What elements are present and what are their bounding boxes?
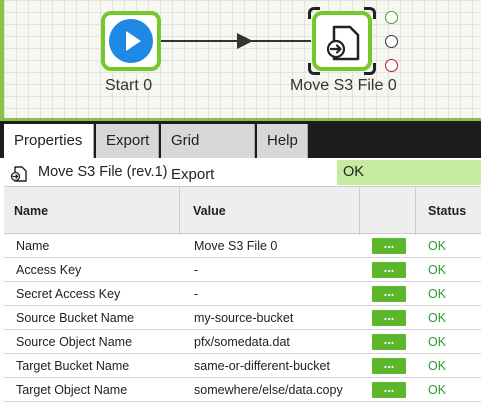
- edit-property-button[interactable]: ...: [372, 238, 406, 254]
- property-name: Target Bucket Name: [16, 359, 130, 373]
- property-value[interactable]: same-or-different-bucket: [194, 354, 360, 378]
- column-header-editor: [360, 187, 416, 235]
- move-file-icon: [326, 25, 360, 61]
- property-status: OK: [428, 287, 447, 301]
- tab-export[interactable]: Export: [96, 124, 159, 158]
- component-status-badge: OK: [337, 160, 481, 185]
- properties-tabbar: Properties Export Grid Export Help: [0, 118, 481, 183]
- property-value[interactable]: Move S3 File 0: [194, 234, 360, 258]
- table-row[interactable]: Target Bucket Name same-or-different-buc…: [4, 354, 481, 378]
- start-node-label: Start 0: [105, 77, 153, 94]
- tab-help[interactable]: Help: [257, 124, 308, 158]
- component-title: Move S3 File (rev.1): [38, 164, 168, 180]
- table-header: Name Value Status: [4, 186, 481, 235]
- edit-property-button[interactable]: ...: [372, 262, 406, 278]
- failure-port[interactable]: [385, 59, 398, 72]
- unconditional-port[interactable]: [385, 35, 398, 48]
- property-name: Name: [16, 239, 50, 253]
- table-row[interactable]: Source Object Name pfx/somedata.dat ... …: [4, 330, 481, 354]
- edit-property-button[interactable]: ...: [372, 382, 406, 398]
- success-port[interactable]: [385, 11, 398, 24]
- property-value[interactable]: -: [194, 282, 360, 306]
- table-row[interactable]: Target Object Name somewhere/else/data.c…: [4, 378, 481, 402]
- property-value[interactable]: -: [194, 258, 360, 282]
- tab-properties[interactable]: Properties: [4, 124, 94, 158]
- connector-line[interactable]: [161, 40, 311, 42]
- edit-property-button[interactable]: ...: [372, 310, 406, 326]
- play-icon: [109, 19, 153, 63]
- table-row[interactable]: Secret Access Key - ... OK: [4, 282, 481, 306]
- table-row[interactable]: Source Bucket Name my-source-bucket ... …: [4, 306, 481, 330]
- property-value[interactable]: pfx/somedata.dat: [194, 330, 360, 354]
- job-canvas[interactable]: Start 0 Move S3 File 0: [0, 0, 481, 118]
- property-name: Target Object Name: [16, 383, 128, 397]
- column-header-name: Name: [4, 187, 180, 235]
- connector-arrow-icon: [237, 33, 253, 49]
- property-name: Access Key: [16, 263, 82, 277]
- property-status: OK: [428, 239, 447, 253]
- property-status: OK: [428, 359, 447, 373]
- property-status: OK: [428, 383, 447, 397]
- edit-property-button[interactable]: ...: [372, 334, 406, 350]
- property-name: Source Object Name: [16, 335, 133, 349]
- table-row[interactable]: Name Move S3 File 0 ... OK: [4, 234, 481, 258]
- selection-corner: [364, 7, 376, 19]
- selection-corner: [308, 7, 320, 19]
- property-status: OK: [428, 311, 447, 325]
- property-name: Source Bucket Name: [16, 311, 135, 325]
- table-row[interactable]: Access Key - ... OK: [4, 258, 481, 282]
- edit-property-button[interactable]: ...: [372, 286, 406, 302]
- property-status: OK: [428, 263, 447, 277]
- start-node[interactable]: [101, 11, 161, 71]
- selection-corner: [308, 63, 320, 75]
- tab-grid-export[interactable]: Grid Export: [161, 124, 255, 183]
- property-value[interactable]: my-source-bucket: [194, 306, 360, 330]
- property-status: OK: [428, 335, 447, 349]
- move-node-label: Move S3 File 0: [290, 77, 397, 94]
- table-body: Name Move S3 File 0 ... OK Access Key - …: [4, 234, 481, 402]
- property-value[interactable]: somewhere/else/data.copy: [194, 378, 360, 402]
- component-title-row: Move S3 File (rev.1) OK: [4, 160, 481, 185]
- selection-corner: [364, 63, 376, 75]
- edit-property-button[interactable]: ...: [372, 358, 406, 374]
- column-header-status: Status: [428, 204, 467, 218]
- move-s3-file-node[interactable]: [312, 11, 372, 71]
- column-header-value: Value: [180, 187, 360, 235]
- move-file-icon: [10, 166, 27, 182]
- property-name: Secret Access Key: [16, 287, 121, 301]
